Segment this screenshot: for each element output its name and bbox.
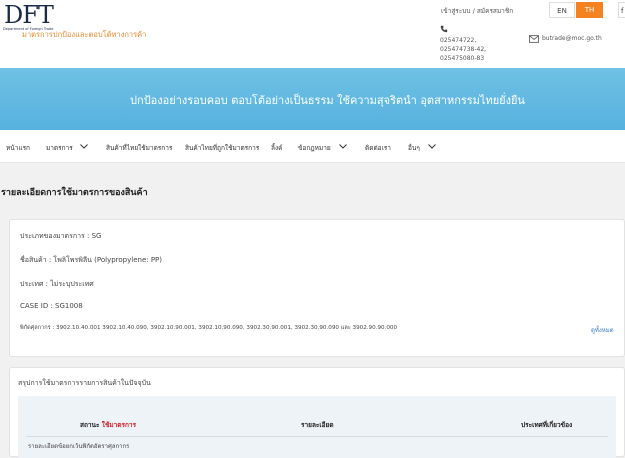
- nav-measures[interactable]: มาตรการ: [46, 143, 73, 153]
- email-address[interactable]: butrade@moc.go.th: [542, 35, 602, 42]
- measure-type: ประเภทของมาตรการ : SG: [20, 232, 102, 240]
- column-header-status: สถานะ ใช้มาตรการ: [80, 420, 136, 430]
- phone-icon: [440, 25, 448, 33]
- dft-logo[interactable]: DFT: [4, 1, 54, 29]
- nav-thai-measured-products[interactable]: สินค้าที่ไทยใช้มาตรการ: [106, 143, 172, 153]
- nav-thai-products-targeted[interactable]: สินค้าไทยที่ถูกใช้มาตรการ: [185, 143, 259, 153]
- column-header-detail: รายละเอียด: [301, 421, 334, 429]
- slogan-banner: ปกป้องอย่างรอบคอบ ตอบโต้อย่างเป็นธรรม ใช…: [0, 68, 625, 130]
- login-register-link[interactable]: เข้าสู่ระบบ / สมัครสมาชิก: [441, 6, 513, 16]
- site-tagline: มาตรการปกป้องและตอบโต้ทางการค้า: [22, 30, 147, 39]
- phone-number: 025474738-42,: [440, 46, 487, 53]
- product-detail-card: ประเภทของมาตรการ : SG ชื่อสินค้า : โพลิโ…: [9, 219, 625, 357]
- see-all-link[interactable]: ดูทั้งหมด: [591, 325, 614, 335]
- row-divider: [26, 436, 608, 437]
- phone-numbers: 025474722, 025474738-42, 025475080-83: [440, 36, 486, 63]
- measure-summary-card: สรุปการใช้มาตรการรายการสินค้าในปัจจุบัน …: [9, 367, 625, 458]
- chevron-down-icon[interactable]: [428, 144, 436, 149]
- case-id: CASE ID : SG1008: [20, 302, 83, 310]
- chevron-down-icon[interactable]: [80, 144, 88, 149]
- facebook-button[interactable]: f: [618, 2, 625, 18]
- country: ประเทศ : ไม่ระบุประเทศ: [20, 280, 94, 288]
- site-header: DFT Department of Foreign Trade มาตรการป…: [0, 0, 625, 68]
- column-header-countries: ประเทศที่เกี่ยวข้อง: [521, 421, 573, 429]
- table-row: รายละเอียดข้อยกเว้นพิกัดอัตราศุลกากร: [28, 443, 130, 450]
- nav-home[interactable]: หน้าแรก: [6, 143, 30, 153]
- banner-slogan: ปกป้องอย่างรอบคอบ ตอบโต้อย่างเป็นธรรม ใช…: [130, 94, 525, 107]
- lang-th-button[interactable]: TH: [576, 2, 603, 18]
- nav-laws[interactable]: ข้อกฎหมาย: [298, 143, 331, 153]
- lang-en-button[interactable]: EN: [549, 2, 575, 18]
- summary-title: สรุปการใช้มาตรการรายการสินค้าในปัจจุบัน: [18, 379, 151, 387]
- main-nav: หน้าแรก มาตรการ สินค้าที่ไทยใช้มาตรการ ส…: [0, 130, 625, 163]
- mail-icon: [529, 35, 539, 43]
- tariff-codes: พิกัดศุลกากร : 3902.10.40.001 3902.10.40…: [20, 325, 398, 331]
- summary-table: สถานะ ใช้มาตรการ รายละเอียด ประเทศที่เกี…: [18, 396, 616, 458]
- nav-links[interactable]: ลิ้งค์: [271, 143, 283, 153]
- nav-contact[interactable]: ติดต่อเรา: [365, 143, 391, 153]
- chevron-down-icon[interactable]: [339, 144, 347, 149]
- status-value: ใช้มาตรการ: [101, 421, 137, 429]
- phone-number: 025475080-83: [440, 55, 485, 62]
- status-label: สถานะ: [80, 421, 100, 429]
- nav-others[interactable]: อื่นๆ: [408, 143, 420, 153]
- phone-number: 025474722,: [440, 37, 477, 44]
- product-name: ชื่อสินค้า : โพลิโพรพิลีน (Polypropylene…: [20, 256, 163, 264]
- page-title: รายละเอียดการใช้มาตรการของสินค้า: [1, 188, 148, 198]
